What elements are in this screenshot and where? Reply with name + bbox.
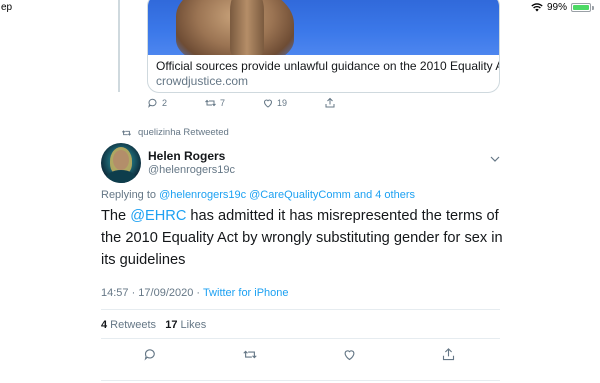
mention-ehrc[interactable]: @EHRC [130,208,186,224]
like-button[interactable] [342,347,357,367]
likes-count: 17 [165,319,178,331]
retweet-icon [243,350,257,359]
link-card[interactable]: Official sources provide unlawful guidan… [147,0,500,93]
retweets-label: Retweets [107,319,157,331]
share-icon [325,97,335,108]
reply-button[interactable]: 2 [147,97,167,109]
like-count: 19 [277,98,288,108]
battery-percent: 99% [546,2,567,13]
engagement-counts: 4 Retweets 17 Likes [101,319,206,331]
divider [101,380,500,381]
link-card-domain: crowdjustice.com [156,74,249,88]
wifi-icon [531,3,543,12]
share-button[interactable] [324,97,336,109]
battery-tip [592,5,594,10]
retweet-count: 7 [220,98,226,108]
likes-stat[interactable]: 17 Likes [165,319,206,331]
reply-count: 2 [162,98,168,108]
share-button[interactable] [441,347,456,367]
tweet-timestamp: 14:57 · 17/09/2020 · [101,287,203,299]
status-bar-carrier: ep [1,2,13,13]
link-card-title: Official sources provide unlawful guidan… [156,59,500,73]
tweet-actions [101,347,500,367]
reply-icon [144,349,155,361]
tweet-text-part: The [101,208,131,224]
retweet-icon [205,99,216,107]
author-display-name[interactable]: Helen Rogers [148,149,225,163]
retweet-button[interactable]: 7 [204,97,225,109]
likes-label: Likes [177,319,207,331]
replying-to: Replying to @helenrogers19c @CareQuality… [101,189,415,201]
divider [101,309,500,310]
statue-figure-shape [230,0,264,55]
reply-icon [148,98,157,108]
link-card-image [148,0,499,55]
battery-icon [571,3,591,12]
retweets-stat[interactable]: 4 Retweets [101,319,156,331]
status-bar-right: 99% [531,2,594,13]
share-icon [442,348,455,361]
thread-line [118,0,120,92]
reply-button[interactable] [143,347,158,367]
divider [101,338,500,339]
like-icon [264,99,273,108]
avatar[interactable] [101,143,141,183]
prev-tweet-actions: 2 7 19 [147,97,373,109]
chevron-down-icon [490,156,500,162]
retweeted-by-text: quelizinha Retweeted [138,127,229,138]
tweet-text: The @EHRC has admitted it has misreprese… [101,205,521,271]
replying-to-label: Replying to [101,189,160,201]
retweeted-by-note[interactable]: quelizinha Retweeted [121,127,229,138]
tweet-source[interactable]: Twitter for iPhone [203,287,289,299]
retweet-icon [122,129,131,136]
tweet-meta: 14:57 · 17/09/2020 · Twitter for iPhone [101,287,289,299]
more-options-button[interactable] [490,150,500,168]
retweet-button[interactable] [242,347,258,367]
like-icon [344,350,355,361]
replying-to-mentions[interactable]: @helenrogers19c @CareQualityComm and 4 o… [159,189,415,201]
like-button[interactable]: 19 [262,97,287,109]
author-handle[interactable]: @helenrogers19c [148,164,235,176]
